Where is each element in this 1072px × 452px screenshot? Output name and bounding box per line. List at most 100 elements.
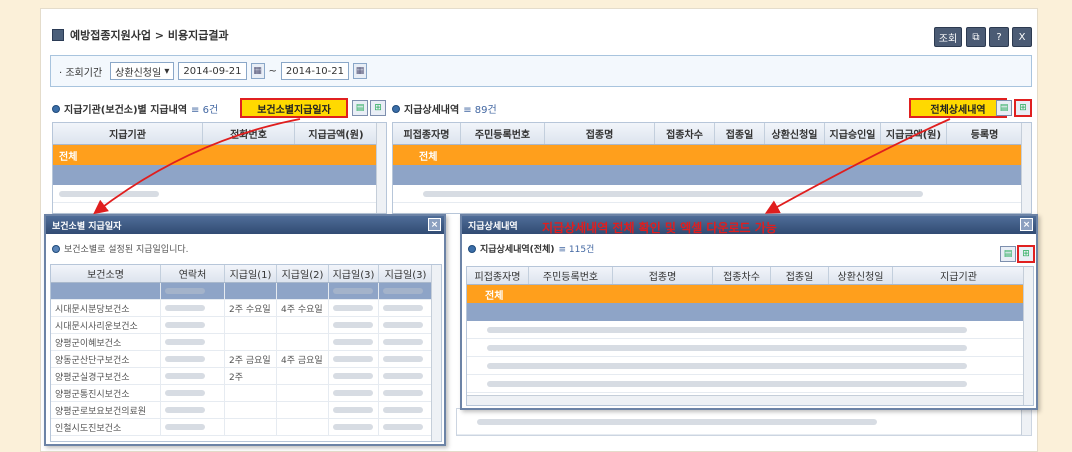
total-row[interactable]: 전체 xyxy=(467,285,1033,303)
table-row[interactable]: 양평군로보요보건의료원 xyxy=(51,402,441,419)
table-row[interactable]: 양평군실경구보건소 2주 xyxy=(51,368,441,385)
scrollbar[interactable] xyxy=(1023,267,1033,405)
table-row[interactable]: 양평군이혜보건소 xyxy=(51,334,441,351)
total-row[interactable]: 전체 xyxy=(393,145,1031,165)
col-header[interactable]: 지급승인일 xyxy=(825,123,881,144)
calendar-icon[interactable]: ▦ xyxy=(353,63,368,79)
scrollbar[interactable] xyxy=(1021,409,1031,435)
blurred-cell xyxy=(161,283,225,299)
blurred-cell xyxy=(379,300,433,316)
bullet-icon xyxy=(392,104,400,113)
table-cell: 2주 수요일 xyxy=(225,300,277,316)
detail-grid: 피접종자명 주민등록번호 접종명 접종차수 접종일 상환신청일 지급기관 전체 xyxy=(466,266,1034,406)
table-row[interactable] xyxy=(467,375,1033,393)
table-row[interactable] xyxy=(467,357,1033,375)
bullet-icon xyxy=(52,104,60,113)
print-icon[interactable]: ▤ xyxy=(1000,246,1016,262)
all-detail-button[interactable]: 전체상세내역 xyxy=(909,98,1007,118)
col-header[interactable]: 주민등록번호 xyxy=(461,123,545,144)
col-header[interactable]: 접종일 xyxy=(771,267,829,284)
col-header[interactable]: 피접종자명 xyxy=(467,267,529,284)
col-header[interactable]: 상환신청일 xyxy=(829,267,893,284)
right-title-text: 지급상세내역 xyxy=(404,105,460,116)
table-row[interactable] xyxy=(51,283,441,300)
table-row[interactable] xyxy=(467,321,1033,339)
col-header[interactable]: 지급금액(원) xyxy=(295,123,378,144)
print-icon[interactable]: ▤ xyxy=(996,100,1012,116)
blurred-cell xyxy=(329,368,379,384)
table-row[interactable]: 시대문시사리운보건소 xyxy=(51,317,441,334)
popup2-count: ≡ 115건 xyxy=(558,245,595,255)
col-header[interactable]: 지급일(3) xyxy=(329,265,379,282)
blurred-cell xyxy=(379,402,433,418)
col-header[interactable]: 접종차수 xyxy=(655,123,715,144)
total-row[interactable]: 전체 xyxy=(53,145,386,165)
table-cell: 시대문시사리운보건소 xyxy=(51,317,161,333)
close-button[interactable]: X xyxy=(1012,27,1032,47)
date-type-value: 상환신청일 xyxy=(115,67,162,79)
close-icon[interactable]: × xyxy=(428,218,441,231)
info-icon xyxy=(52,244,60,253)
table-row[interactable]: 인철시도진보건소 xyxy=(51,419,441,436)
col-header[interactable]: 등록명 xyxy=(947,123,1023,144)
calendar-icon[interactable]: ▦ xyxy=(250,63,265,79)
table-row[interactable] xyxy=(53,185,386,203)
table-row[interactable] xyxy=(467,339,1033,357)
popup-title: 보건소별 지급일자 xyxy=(52,221,122,232)
total-label: 전체 xyxy=(59,151,78,163)
selected-row[interactable] xyxy=(393,165,1031,185)
date-to-input[interactable]: 2014-10-21 xyxy=(280,62,350,80)
col-header[interactable]: 주민등록번호 xyxy=(529,267,613,284)
col-header[interactable]: 지급기관 xyxy=(53,123,203,144)
h-scrollbar[interactable] xyxy=(467,395,1033,405)
col-header[interactable]: 피접종자명 xyxy=(393,123,461,144)
popup-title-bar: 보건소별 지급일자 × xyxy=(46,216,444,234)
table-row[interactable] xyxy=(393,185,1031,203)
col-header[interactable]: 지급일(1) xyxy=(225,265,277,282)
col-header[interactable]: 지급기관 xyxy=(893,267,1025,284)
table-cell xyxy=(225,419,277,435)
help-button[interactable]: ? xyxy=(989,27,1009,47)
print-icon[interactable]: ▤ xyxy=(352,100,368,116)
table-cell xyxy=(277,368,329,384)
col-header[interactable]: 지급일(3) xyxy=(379,265,433,282)
search-button[interactable]: 조회 xyxy=(934,27,962,47)
blurred-cell xyxy=(379,351,433,367)
col-header[interactable]: 접종명 xyxy=(613,267,713,284)
col-header[interactable]: 상환신청일 xyxy=(765,123,825,144)
table-cell xyxy=(277,334,329,350)
table-cell: 양동군산단구보건소 xyxy=(51,351,161,367)
col-header[interactable]: 전화번호 xyxy=(203,123,295,144)
blurred-cell xyxy=(379,334,433,350)
table-row[interactable]: 양동군산단구보건소 2주 금요일 4주 금요일 xyxy=(51,351,441,368)
table-cell: 2주 xyxy=(225,368,277,384)
close-icon[interactable]: × xyxy=(1020,218,1033,231)
selected-row[interactable] xyxy=(53,165,386,185)
scrollbar[interactable] xyxy=(431,265,441,441)
bottom-grid xyxy=(456,408,1032,436)
scrollbar[interactable] xyxy=(1021,123,1031,213)
table-row[interactable]: 양평군통진시보건소 xyxy=(51,385,441,402)
excel-download-icon[interactable]: ⊞ xyxy=(1017,245,1035,263)
col-header[interactable]: 접종명 xyxy=(545,123,655,144)
date-type-select[interactable]: 상환신청일 ▾ xyxy=(110,62,175,80)
blurred-cell xyxy=(379,317,433,333)
blurred-cell xyxy=(329,351,379,367)
col-header[interactable]: 보건소명 xyxy=(51,265,161,282)
table-row[interactable]: 시대문시분당보건소 2주 수요일 4주 수요일 xyxy=(51,300,441,317)
col-header[interactable]: 지급금액(원) xyxy=(881,123,947,144)
health-center-payday-button[interactable]: 보건소별지급일자 xyxy=(240,98,348,118)
excel-icon[interactable]: ⊞ xyxy=(370,100,386,116)
scrollbar[interactable] xyxy=(376,123,386,213)
left-title-text: 지급기관(보건소)별 지급내역 xyxy=(64,105,188,116)
col-header[interactable]: 연락처 xyxy=(161,265,225,282)
table-cell xyxy=(277,419,329,435)
selected-row[interactable] xyxy=(467,303,1033,321)
popup-icon[interactable]: ⧉ xyxy=(966,27,986,47)
filter-label: · 조회기간 xyxy=(59,67,103,79)
col-header[interactable]: 접종차수 xyxy=(713,267,771,284)
col-header[interactable]: 지급일(2) xyxy=(277,265,329,282)
excel-download-icon[interactable]: ⊞ xyxy=(1014,99,1032,117)
date-from-input[interactable]: 2014-09-21 xyxy=(178,62,247,80)
col-header[interactable]: 접종일 xyxy=(715,123,765,144)
